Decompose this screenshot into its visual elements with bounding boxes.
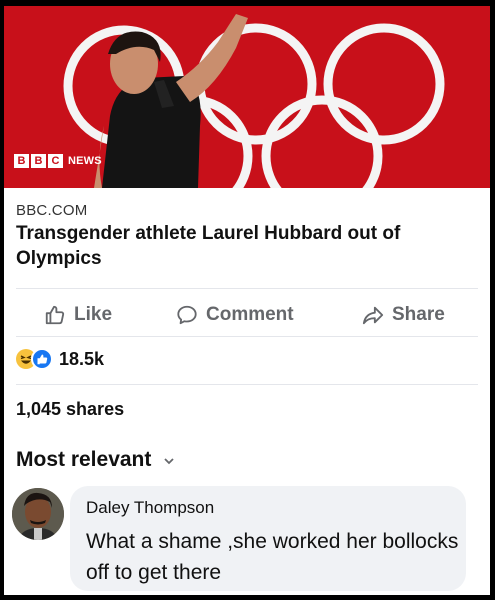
- reaction-count: 18.5k: [59, 348, 105, 369]
- share-arrow-icon: [362, 304, 384, 326]
- link-title[interactable]: Transgender athlete Laurel Hubbard out o…: [16, 221, 486, 271]
- chevron-down-icon: [163, 448, 175, 472]
- link-preview[interactable]: BBC.COM Transgender athlete Laurel Hubba…: [4, 188, 490, 278]
- comment-text: What a shame ,she worked her bollocks of…: [86, 530, 459, 584]
- article-image[interactable]: B B C NEWS: [4, 6, 490, 188]
- sort-label: Most relevant: [16, 448, 152, 471]
- shares-count[interactable]: 1,045 shares: [16, 399, 124, 420]
- divider: [16, 288, 478, 289]
- speech-bubble-icon: [176, 304, 198, 326]
- thumbs-up-icon: [44, 304, 66, 326]
- bbc-news-logo: B B C NEWS: [14, 154, 102, 168]
- link-domain: BBC.COM: [16, 202, 88, 219]
- comment-bubble: Daley Thompson What a shame ,she worked …: [70, 486, 466, 591]
- facebook-post: B B C NEWS BBC.COM Transgender athlete L…: [4, 6, 490, 595]
- like-label: Like: [74, 304, 113, 325]
- share-label: Share: [392, 304, 445, 325]
- comment-author[interactable]: Daley Thompson: [86, 498, 214, 518]
- divider: [16, 336, 478, 337]
- like-reaction-icon: [31, 348, 53, 370]
- post-actions-bar: Like Comment Share: [4, 295, 490, 335]
- comment-button[interactable]: Comment: [176, 299, 294, 331]
- like-button[interactable]: Like: [44, 299, 112, 331]
- reactions-summary[interactable]: 18.5k: [16, 347, 104, 371]
- avatar[interactable]: [12, 488, 64, 540]
- share-button[interactable]: Share: [362, 299, 445, 331]
- divider: [16, 384, 478, 385]
- comment-label: Comment: [206, 304, 294, 325]
- comment-sort-dropdown[interactable]: Most relevant: [16, 448, 175, 472]
